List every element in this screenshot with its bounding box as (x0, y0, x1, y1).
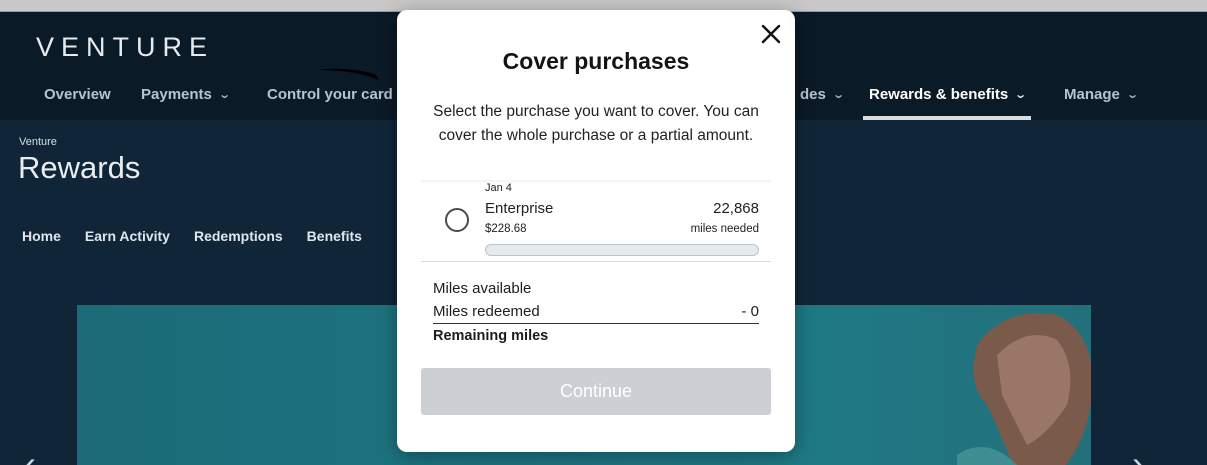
miles-summary: Miles available Miles redeemed - 0 Remai… (433, 276, 759, 348)
modal-title: Cover purchases (502, 48, 690, 74)
miles-available-row: Miles available (433, 276, 759, 300)
miles-progress-bar (485, 244, 759, 256)
miles-redeemed-row: Miles redeemed - 0 (433, 300, 759, 324)
purchase-amount: $228.68 (485, 223, 527, 235)
purchase-miles: 22,868 (713, 200, 759, 217)
remaining-miles-row: Remaining miles (433, 324, 759, 348)
miles-redeemed-label: Miles redeemed (433, 303, 540, 320)
cover-purchases-modal: Cover purchases Select the purchase you … (397, 10, 795, 452)
purchase-item[interactable]: Jan 4 Enterprise $228.68 22,868 miles ne… (421, 180, 771, 262)
purchase-date: Jan 4 (485, 182, 512, 194)
miles-available-label: Miles available (433, 279, 532, 297)
remaining-miles-label: Remaining miles (433, 328, 549, 344)
miles-needed-label: miles needed (690, 223, 759, 235)
miles-redeemed-value: - 0 (741, 303, 759, 320)
purchase-merchant: Enterprise (485, 200, 554, 217)
continue-button[interactable]: Continue (421, 368, 771, 415)
close-icon[interactable] (759, 22, 783, 46)
modal-description: Select the purchase you want to cover. Y… (433, 103, 759, 144)
purchase-radio[interactable] (445, 208, 469, 232)
